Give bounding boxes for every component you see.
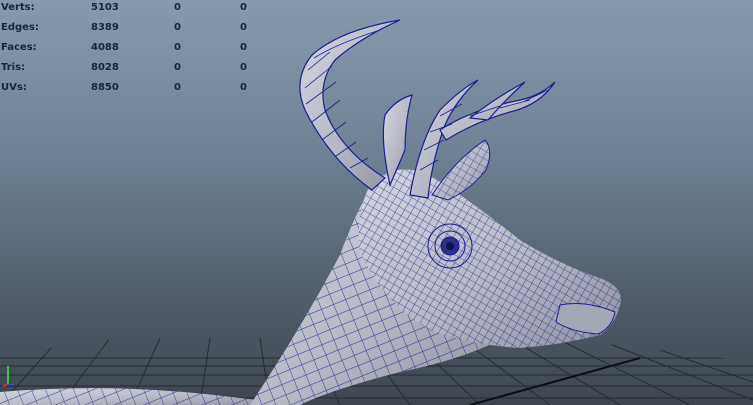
hud-label: Verts: xyxy=(1,2,35,13)
hud-extra-value: 0 xyxy=(240,42,247,53)
hud-selected-value: 0 xyxy=(174,42,181,53)
hud-selected-value: 0 xyxy=(174,2,181,13)
hud-selected-value: 0 xyxy=(174,22,181,33)
hud-row-faces: Faces: 4088 0 0 xyxy=(0,40,260,60)
deer-eye xyxy=(427,223,473,269)
hud-extra-value: 0 xyxy=(240,82,247,93)
hud-label: Faces: xyxy=(1,42,37,53)
hud-extra-value: 0 xyxy=(240,22,247,33)
poly-count-hud: Verts: 5103 0 0 Edges: 8389 0 0 Faces: 4… xyxy=(0,0,260,100)
hud-extra-value: 0 xyxy=(240,2,247,13)
view-axis-icon xyxy=(2,366,15,387)
hud-total-value: 8850 xyxy=(91,82,119,93)
hud-label: UVs: xyxy=(1,82,27,93)
hud-total-value: 8389 xyxy=(91,22,119,33)
hud-extra-value: 0 xyxy=(240,62,247,73)
hud-label: Edges: xyxy=(1,22,39,33)
hud-total-value: 5103 xyxy=(91,2,119,13)
viewport-panel[interactable]: Verts: 5103 0 0 Edges: 8389 0 0 Faces: 4… xyxy=(0,0,753,405)
hud-selected-value: 0 xyxy=(174,82,181,93)
hud-selected-value: 0 xyxy=(174,62,181,73)
hud-row-edges: Edges: 8389 0 0 xyxy=(0,20,260,40)
hud-total-value: 4088 xyxy=(91,42,119,53)
hud-row-verts: Verts: 5103 0 0 xyxy=(0,0,260,20)
hud-label: Tris: xyxy=(1,62,26,73)
hud-total-value: 8028 xyxy=(91,62,119,73)
hud-row-tris: Tris: 8028 0 0 xyxy=(0,60,260,80)
hud-row-uvs: UVs: 8850 0 0 xyxy=(0,80,260,100)
